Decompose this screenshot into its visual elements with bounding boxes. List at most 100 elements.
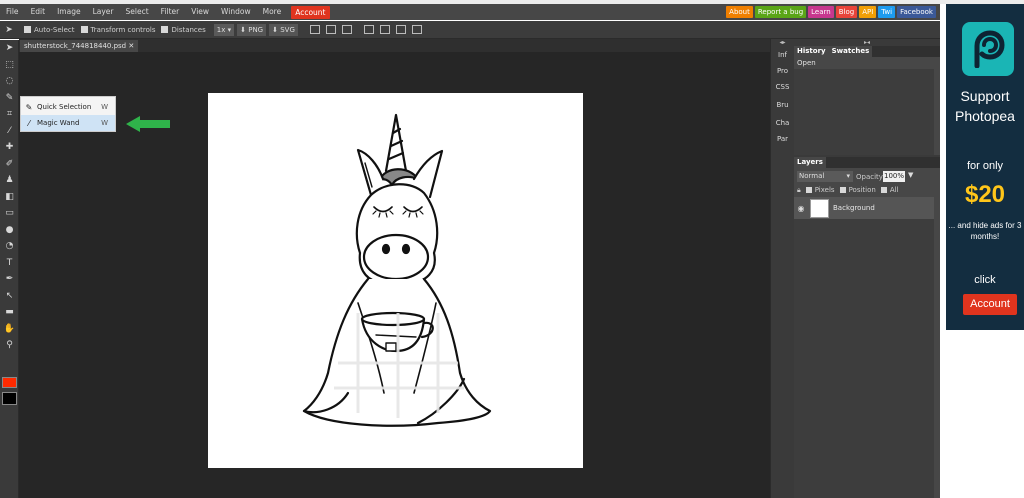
menu-view[interactable]: View [185, 4, 215, 20]
blend-mode-value: Normal [799, 172, 825, 180]
menu-file[interactable]: File [0, 4, 25, 20]
stamp-tool-icon[interactable]: ♟ [0, 172, 19, 189]
photopea-logo-icon [962, 22, 1014, 76]
path-select-tool-icon[interactable]: ↖ [0, 288, 19, 305]
close-icon[interactable]: ✕ [128, 42, 134, 50]
lock-all-checkbox[interactable] [880, 187, 887, 193]
menu-more[interactable]: More [257, 4, 288, 20]
healing-tool-icon[interactable]: ✚ [0, 139, 19, 156]
eyedropper-tool-icon[interactable]: ⁄ [0, 123, 19, 140]
png-label: PNG [248, 25, 264, 34]
hand-tool-icon[interactable]: ✋ [0, 321, 19, 338]
menu-account-button[interactable]: Account [291, 5, 330, 19]
menu-window[interactable]: Window [215, 4, 257, 20]
layer-row[interactable]: ◉ Background [794, 197, 934, 219]
layers-list [794, 219, 934, 498]
export-png-button[interactable]: ⬇ PNG [237, 23, 267, 36]
collapse-toggle-icon[interactable]: ▸◂ [794, 39, 940, 46]
expand-toggle-icon[interactable]: ◂▸ [771, 39, 794, 47]
lock-pixels-checkbox[interactable] [805, 187, 812, 193]
pen-tool-icon[interactable]: ✒ [0, 271, 19, 288]
zoom-select[interactable]: 1x ▾ [213, 23, 235, 36]
panel-tab-css[interactable]: CSS [771, 79, 794, 95]
ad-account-button[interactable]: Account [963, 294, 1017, 315]
lock-position-checkbox[interactable] [839, 187, 846, 193]
panel-tab-info[interactable]: Inf [771, 47, 794, 63]
facebook-link[interactable]: Facebook [897, 6, 936, 18]
marquee-tool-icon[interactable]: ⬚ [0, 57, 19, 74]
panel-tab-paragraph[interactable]: Par [771, 131, 794, 147]
foreground-color-swatch[interactable] [2, 377, 17, 388]
blog-link[interactable]: Blog [835, 6, 858, 18]
menu-bar: File Edit Image Layer Select Filter View… [0, 4, 940, 20]
tool-flyout-menu: ✎ Quick Selection W ⁄ Magic Wand W [20, 96, 116, 132]
brush-tool-icon[interactable]: ✐ [0, 156, 19, 173]
chevron-down-icon: ▾ [846, 172, 850, 180]
opacity-input[interactable]: 100% [883, 171, 905, 182]
ad-photopea-text: Photopea [955, 108, 1015, 124]
panel-tab-brush[interactable]: Bru [771, 97, 794, 113]
blur-tool-icon[interactable]: ● [0, 222, 19, 239]
learn-link[interactable]: Learn [808, 6, 834, 18]
layer-name: Background [833, 204, 875, 212]
menu-image[interactable]: Image [51, 4, 87, 20]
type-tool-icon[interactable]: T [0, 255, 19, 272]
history-item-open[interactable]: Open [797, 59, 816, 67]
menu-select[interactable]: Select [120, 4, 155, 20]
zoom-tool-icon[interactable]: ⚲ [0, 337, 19, 354]
align-bottom-icon[interactable] [341, 25, 352, 34]
lock-all-label: All [889, 186, 899, 194]
align-right-icon[interactable] [395, 25, 406, 34]
auto-select-checkbox[interactable] [24, 26, 31, 33]
export-svg-button[interactable]: ⬇ SVG [269, 23, 298, 36]
panel-tab-character[interactable]: Cha [771, 115, 794, 131]
blend-mode-select[interactable]: Normal ▾ [797, 171, 853, 182]
lasso-tool-icon[interactable]: ◌ [0, 73, 19, 90]
menu-edit[interactable]: Edit [25, 4, 52, 20]
tab-history[interactable]: History [794, 46, 829, 57]
history-panel: Open [794, 57, 940, 155]
crop-tool-icon[interactable]: ⌗ [0, 106, 19, 123]
align-top-icon[interactable] [309, 25, 320, 34]
opacity-dropdown-icon[interactable]: ▼ [908, 171, 913, 179]
dodge-tool-icon[interactable]: ◔ [0, 238, 19, 255]
report-bug-link[interactable]: Report a bug [754, 6, 807, 18]
ad-hide-ads-text: ... and hide ads for 3 months! [948, 221, 1022, 241]
opacity-label: Opacity: [856, 173, 885, 181]
logo-mark [974, 30, 1005, 68]
magic-wand-icon: ⁄ [28, 118, 30, 128]
panel-tab-properties[interactable]: Pro [771, 63, 794, 79]
align-center-icon[interactable] [379, 25, 390, 34]
gradient-tool-icon[interactable]: ▭ [0, 205, 19, 222]
distribute-icon[interactable] [411, 25, 422, 34]
ad-click-text: click [974, 274, 996, 286]
magic-wand-menu-item[interactable]: ⁄ Magic Wand W [21, 115, 115, 131]
menu-layer[interactable]: Layer [87, 4, 120, 20]
lock-icon: 🔒︎ [797, 185, 801, 194]
shape-tool-icon[interactable]: ▬ [0, 304, 19, 321]
about-link[interactable]: About [726, 6, 753, 18]
transform-controls-checkbox[interactable] [80, 26, 88, 33]
eye-icon[interactable]: ◉ [794, 204, 808, 213]
twitter-link[interactable]: Twi [878, 6, 896, 18]
background-color-swatch[interactable] [2, 392, 17, 405]
document-tab[interactable]: shutterstock_744818440.psd ✕ [20, 40, 139, 52]
tab-swatches[interactable]: Swatches [828, 46, 873, 57]
quick-selection-menu-item[interactable]: ✎ Quick Selection W [21, 99, 115, 115]
auto-select-label: Auto-Select [34, 25, 75, 34]
ad-for-only-text: for only [966, 160, 1004, 172]
quick-selection-tool-icon[interactable]: ✎ [0, 90, 19, 107]
tab-layers[interactable]: Layers [794, 157, 826, 168]
align-left-icon[interactable] [363, 25, 374, 34]
ad-banner[interactable]: Support Photopea for only $20 ... and hi… [946, 4, 1024, 330]
distances-checkbox[interactable] [161, 26, 169, 33]
menu-filter[interactable]: Filter [155, 4, 186, 20]
svg-label: SVG [280, 25, 295, 34]
move-tool-icon[interactable]: ➤ [0, 40, 19, 57]
document-canvas[interactable] [208, 93, 583, 468]
align-middle-icon[interactable] [325, 25, 336, 34]
eraser-tool-icon[interactable]: ◧ [0, 189, 19, 206]
api-link[interactable]: API [859, 6, 877, 18]
right-panels: ▸◂ History Swatches Open Layers Normal ▾ … [794, 39, 940, 498]
shortcut-key: W [101, 103, 108, 111]
